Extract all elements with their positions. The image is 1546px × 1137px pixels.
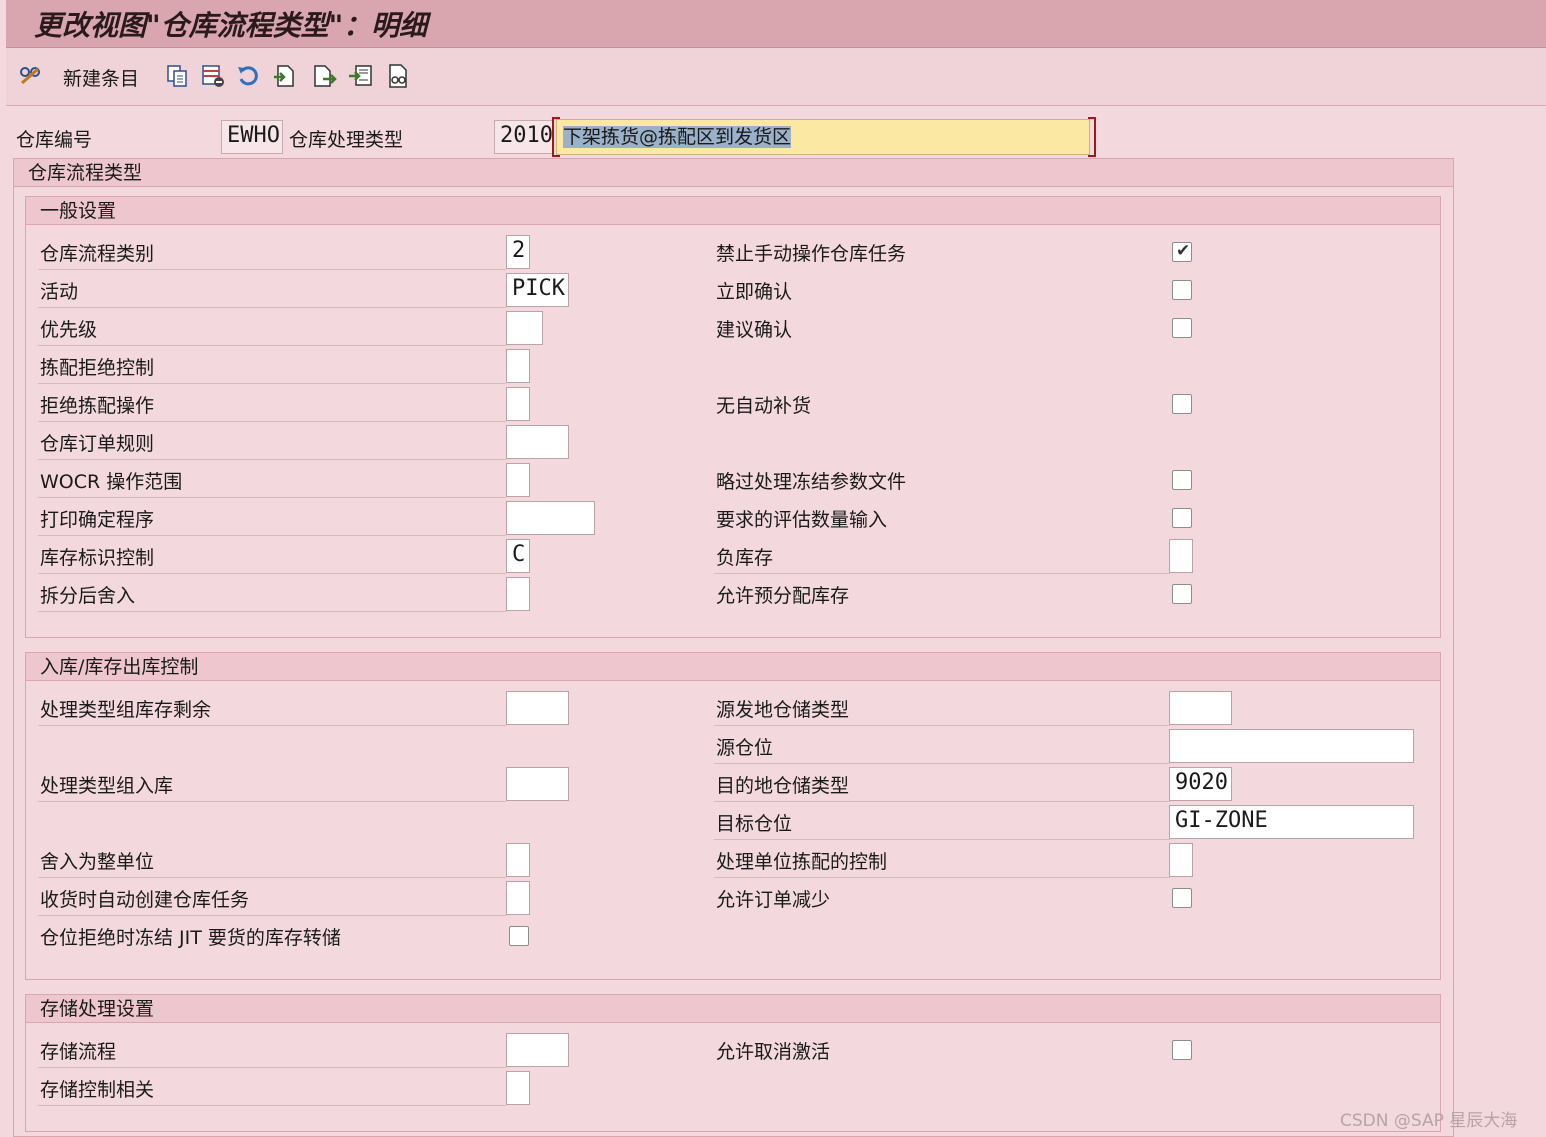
process-category-field[interactable]: 2 <box>506 235 530 269</box>
allow-deact-label: 允许取消激活 <box>716 1041 831 1063</box>
wo-rule-label: 仓库订单规则 <box>40 433 155 455</box>
import-icon[interactable] <box>346 61 376 91</box>
process-category-label: 仓库流程类别 <box>40 243 155 265</box>
general-settings-title: 一般设置 <box>40 200 117 222</box>
dst-type-field[interactable]: 9020 <box>1169 767 1232 801</box>
wocr-field[interactable] <box>506 463 530 497</box>
print-proc-label: 打印确定程序 <box>40 509 155 531</box>
activity-field[interactable]: PICK <box>506 273 569 307</box>
print-proc-field[interactable] <box>506 501 595 535</box>
rounding-field[interactable] <box>506 577 530 611</box>
stock-id-ctrl-field[interactable]: C <box>506 539 530 573</box>
src-type-field[interactable] <box>1169 691 1232 725</box>
deny-pick-op-field[interactable] <box>506 387 530 421</box>
wo-rule-field[interactable] <box>506 425 569 459</box>
dst-type-label: 目的地仓储类型 <box>716 775 850 797</box>
panel-title: 仓库流程类型 <box>28 162 143 184</box>
no-auto-repl-label: 无自动补货 <box>716 395 812 417</box>
round-whole-field[interactable] <box>506 843 530 877</box>
src-bin-label: 源仓位 <box>716 737 774 759</box>
focus-bracket-left <box>552 117 560 157</box>
process-type-desc-field[interactable]: 下架拣货@拣配区到发货区 <box>556 119 1090 155</box>
allow-deact-checkbox[interactable] <box>1172 1040 1192 1060</box>
grp-stock-rem-field[interactable] <box>506 691 569 725</box>
process-type-label: 仓库处理类型 <box>289 129 404 151</box>
dst-bin-label: 目标仓位 <box>716 813 793 835</box>
new-entry-button[interactable]: 新建条目 <box>63 64 139 91</box>
allow-reduce-checkbox[interactable] <box>1172 888 1192 908</box>
no-auto-repl-checkbox[interactable] <box>1172 394 1192 414</box>
immediate-confirm-label: 立即确认 <box>716 281 793 303</box>
priority-label: 优先级 <box>40 319 98 341</box>
no-manual-label: 禁止手动操作仓库任务 <box>716 243 907 265</box>
page-title: 更改视图"仓库流程类型"：明细 <box>34 9 428 42</box>
propose-confirm-label: 建议确认 <box>716 319 793 341</box>
hu-pick-ctrl-label: 处理单位拣配的控制 <box>716 851 888 873</box>
storage-ctrl-rel-label: 存储控制相关 <box>40 1079 155 1101</box>
watermark: CSDN @SAP 星辰大海 <box>1340 1111 1518 1131</box>
auto-wt-gr-label: 收货时自动创建仓库任务 <box>40 889 250 911</box>
est-qty-checkbox[interactable] <box>1172 508 1192 528</box>
propose-confirm-checkbox[interactable] <box>1172 318 1192 338</box>
warehouse-no-label: 仓库编号 <box>16 129 93 151</box>
undo-icon[interactable] <box>234 61 264 91</box>
storage-settings-title: 存储处理设置 <box>40 998 155 1020</box>
src-type-label: 源发地仓储类型 <box>716 699 850 721</box>
process-type-field[interactable]: 2010 <box>494 120 554 154</box>
storage-ctrl-rel-field[interactable] <box>506 1071 530 1105</box>
grp-putaway-label: 处理类型组入库 <box>40 775 174 797</box>
src-bin-field[interactable] <box>1169 729 1414 763</box>
print-icon[interactable] <box>383 61 413 91</box>
storage-process-label: 存储流程 <box>40 1041 117 1063</box>
wocr-label: WOCR 操作范围 <box>40 471 183 493</box>
jit-label: 仓位拒绝时冻结 JIT 要货的库存转储 <box>40 927 341 949</box>
jit-checkbox[interactable] <box>509 926 529 946</box>
skip-freeze-label: 略过处理冻结参数文件 <box>716 471 907 493</box>
round-whole-label: 舍入为整单位 <box>40 851 155 873</box>
focus-bracket-right <box>1088 117 1096 157</box>
priority-field[interactable] <box>506 311 543 345</box>
allow-prealloc-checkbox[interactable] <box>1172 584 1192 604</box>
no-manual-checkbox[interactable]: ✔ <box>1172 241 1192 262</box>
hu-pick-ctrl-field[interactable] <box>1169 843 1193 877</box>
neg-stock-field[interactable] <box>1169 539 1193 573</box>
est-qty-label: 要求的评估数量输入 <box>716 509 888 531</box>
stock-id-ctrl-label: 库存标识控制 <box>40 547 155 569</box>
dst-bin-field[interactable]: GI-ZONE <box>1169 805 1414 839</box>
glasses-icon[interactable] <box>16 61 46 91</box>
title-bar: 更改视图"仓库流程类型"：明细 <box>6 0 1546 48</box>
auto-wt-gr-field[interactable] <box>506 881 530 915</box>
allow-reduce-label: 允许订单减少 <box>716 889 831 911</box>
skip-freeze-checkbox[interactable] <box>1172 470 1192 490</box>
inout-control-title: 入库/库存出库控制 <box>40 656 199 678</box>
copy-icon[interactable] <box>162 61 192 91</box>
warehouse-no-field[interactable]: EWHO <box>221 120 283 154</box>
delete-icon[interactable] <box>198 61 228 91</box>
grp-stock-rem-label: 处理类型组库存剩余 <box>40 699 212 721</box>
activity-label: 活动 <box>40 281 79 303</box>
select-icon[interactable] <box>270 61 300 91</box>
pick-deny-ctrl-label: 拣配拒绝控制 <box>40 357 155 379</box>
grp-putaway-field[interactable] <box>506 767 569 801</box>
allow-prealloc-label: 允许预分配库存 <box>716 585 850 607</box>
immediate-confirm-checkbox[interactable] <box>1172 280 1192 300</box>
next-icon[interactable] <box>309 61 339 91</box>
storage-process-field[interactable] <box>506 1033 569 1067</box>
toolbar: 新建条目 <box>6 48 1546 106</box>
deny-pick-op-label: 拒绝拣配操作 <box>40 395 155 417</box>
neg-stock-label: 负库存 <box>716 547 774 569</box>
pick-deny-ctrl-field[interactable] <box>506 349 530 383</box>
rounding-label: 拆分后舍入 <box>40 585 136 607</box>
